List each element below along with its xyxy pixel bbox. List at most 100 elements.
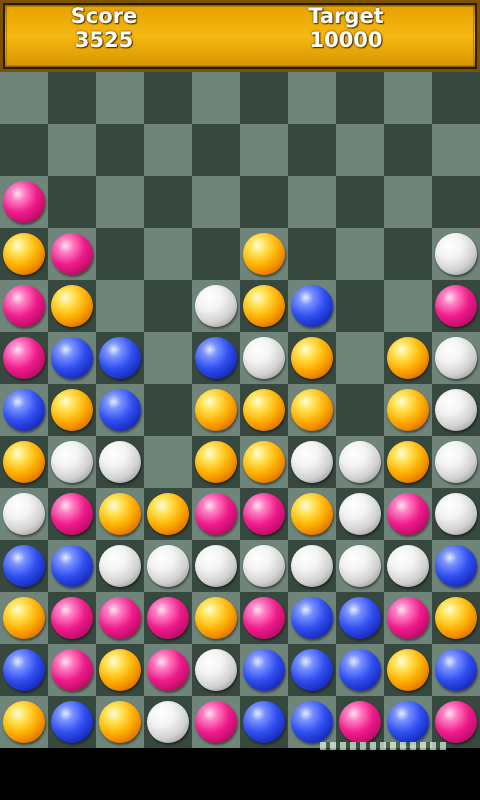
- board-cell[interactable]: [384, 488, 432, 540]
- blue-ball[interactable]: [3, 649, 45, 691]
- board-cell[interactable]: [240, 332, 288, 384]
- board-cell[interactable]: [96, 72, 144, 124]
- board-cell[interactable]: [288, 436, 336, 488]
- orange-ball[interactable]: [195, 389, 237, 431]
- blue-ball[interactable]: [51, 545, 93, 587]
- board-cell[interactable]: [144, 72, 192, 124]
- white-ball[interactable]: [3, 493, 45, 535]
- board-cell[interactable]: [0, 696, 48, 748]
- board-cell[interactable]: [288, 72, 336, 124]
- orange-ball[interactable]: [291, 493, 333, 535]
- board-cell[interactable]: [240, 384, 288, 436]
- orange-ball[interactable]: [3, 441, 45, 483]
- board-cell[interactable]: [432, 228, 480, 280]
- white-ball[interactable]: [339, 493, 381, 535]
- board-cell[interactable]: [336, 228, 384, 280]
- pink-ball[interactable]: [99, 597, 141, 639]
- board-cell[interactable]: [336, 280, 384, 332]
- board-cell[interactable]: [0, 540, 48, 592]
- board-cell[interactable]: [48, 72, 96, 124]
- blue-ball[interactable]: [339, 649, 381, 691]
- blue-ball[interactable]: [51, 701, 93, 743]
- board-cell[interactable]: [144, 696, 192, 748]
- board-cell[interactable]: [336, 436, 384, 488]
- pink-ball[interactable]: [243, 493, 285, 535]
- blue-ball[interactable]: [291, 597, 333, 639]
- board-cell[interactable]: [336, 696, 384, 748]
- board-cell[interactable]: [96, 696, 144, 748]
- pink-ball[interactable]: [51, 493, 93, 535]
- white-ball[interactable]: [435, 441, 477, 483]
- board-cell[interactable]: [432, 592, 480, 644]
- board-cell[interactable]: [288, 280, 336, 332]
- white-ball[interactable]: [147, 545, 189, 587]
- white-ball[interactable]: [195, 545, 237, 587]
- board-cell[interactable]: [240, 696, 288, 748]
- board-cell[interactable]: [192, 436, 240, 488]
- board-cell[interactable]: [384, 436, 432, 488]
- board-cell[interactable]: [96, 280, 144, 332]
- board-cell[interactable]: [48, 540, 96, 592]
- board-cell[interactable]: [288, 644, 336, 696]
- board-cell[interactable]: [0, 332, 48, 384]
- board-cell[interactable]: [144, 332, 192, 384]
- board-cell[interactable]: [144, 436, 192, 488]
- board-cell[interactable]: [336, 332, 384, 384]
- board-cell[interactable]: [432, 384, 480, 436]
- board-cell[interactable]: [336, 592, 384, 644]
- board-cell[interactable]: [288, 332, 336, 384]
- board-cell[interactable]: [288, 592, 336, 644]
- board-cell[interactable]: [240, 540, 288, 592]
- orange-ball[interactable]: [99, 649, 141, 691]
- board-cell[interactable]: [0, 436, 48, 488]
- board-cell[interactable]: [240, 644, 288, 696]
- board-cell[interactable]: [48, 228, 96, 280]
- white-ball[interactable]: [291, 441, 333, 483]
- board-cell[interactable]: [240, 592, 288, 644]
- board-cell[interactable]: [384, 384, 432, 436]
- blue-ball[interactable]: [195, 337, 237, 379]
- orange-ball[interactable]: [387, 337, 429, 379]
- blue-ball[interactable]: [3, 545, 45, 587]
- board-cell[interactable]: [192, 644, 240, 696]
- board-cell[interactable]: [144, 540, 192, 592]
- game-board[interactable]: [0, 72, 480, 748]
- blue-ball[interactable]: [99, 389, 141, 431]
- board-cell[interactable]: [240, 228, 288, 280]
- board-cell[interactable]: [0, 384, 48, 436]
- board-cell[interactable]: [240, 280, 288, 332]
- board-cell[interactable]: [384, 72, 432, 124]
- board-cell[interactable]: [192, 696, 240, 748]
- orange-ball[interactable]: [243, 233, 285, 275]
- white-ball[interactable]: [243, 545, 285, 587]
- board-cell[interactable]: [144, 644, 192, 696]
- board-cell[interactable]: [432, 176, 480, 228]
- board-cell[interactable]: [384, 696, 432, 748]
- board-cell[interactable]: [96, 436, 144, 488]
- board-cell[interactable]: [48, 436, 96, 488]
- board-cell[interactable]: [240, 436, 288, 488]
- pink-ball[interactable]: [195, 493, 237, 535]
- orange-ball[interactable]: [3, 597, 45, 639]
- board-cell[interactable]: [432, 696, 480, 748]
- board-cell[interactable]: [96, 332, 144, 384]
- blue-ball[interactable]: [99, 337, 141, 379]
- blue-ball[interactable]: [291, 701, 333, 743]
- board-cell[interactable]: [96, 592, 144, 644]
- board-cell[interactable]: [384, 228, 432, 280]
- board-cell[interactable]: [144, 384, 192, 436]
- white-ball[interactable]: [99, 545, 141, 587]
- board-cell[interactable]: [48, 176, 96, 228]
- board-cell[interactable]: [144, 592, 192, 644]
- blue-ball[interactable]: [435, 649, 477, 691]
- board-cell[interactable]: [384, 280, 432, 332]
- board-cell[interactable]: [288, 228, 336, 280]
- board-cell[interactable]: [432, 540, 480, 592]
- pink-ball[interactable]: [3, 285, 45, 327]
- pink-ball[interactable]: [387, 493, 429, 535]
- board-cell[interactable]: [336, 176, 384, 228]
- orange-ball[interactable]: [51, 389, 93, 431]
- board-cell[interactable]: [48, 384, 96, 436]
- orange-ball[interactable]: [147, 493, 189, 535]
- board-cell[interactable]: [144, 228, 192, 280]
